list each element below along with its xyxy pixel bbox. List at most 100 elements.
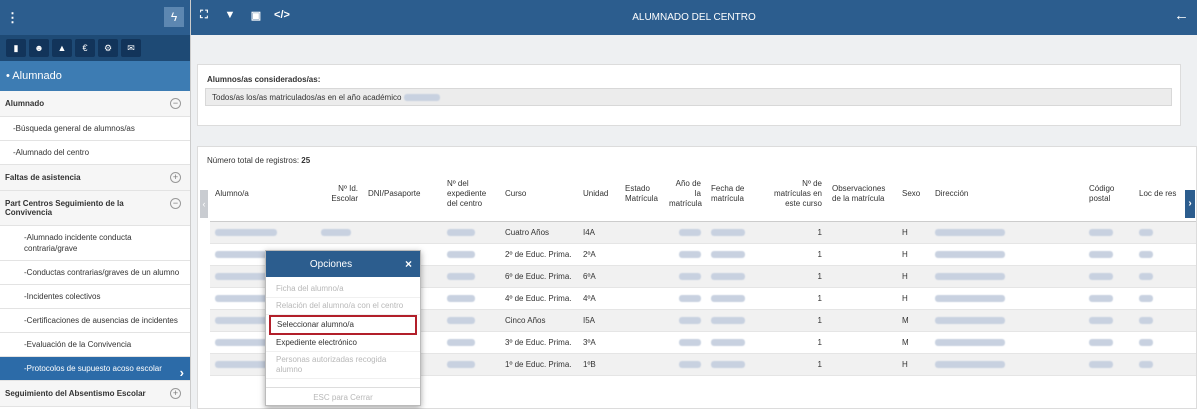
column-header[interactable]: Nº de matrículas en este curso bbox=[764, 168, 827, 222]
column-header[interactable]: Estado Matrícula bbox=[620, 168, 664, 222]
sidebar-item[interactable]: Part Centros Seguimiento de la Convivenc… bbox=[0, 191, 190, 226]
redacted-value bbox=[1089, 228, 1113, 236]
sidebar-item-label: -Protocolos de supuesto acoso escolar bbox=[24, 364, 162, 373]
cell-empty bbox=[363, 221, 442, 244]
euro-icon[interactable]: € bbox=[75, 39, 95, 57]
record-count: Número total de registros: 25 bbox=[207, 156, 310, 165]
cell-unidad: 6ºA bbox=[578, 265, 620, 288]
cell-empty bbox=[827, 331, 897, 354]
cell-empty bbox=[620, 331, 664, 354]
cell-sexo: H bbox=[897, 221, 930, 244]
cell-empty bbox=[620, 243, 664, 266]
cell-redacted bbox=[1134, 331, 1196, 354]
sidebar-module-tabs: ▮ ☻ ▲ € ⚙ ✉ bbox=[0, 35, 190, 61]
cell-redacted bbox=[930, 243, 1084, 266]
table-row[interactable]: Cuatro Años I4A 1 H bbox=[210, 221, 1196, 244]
record-count-value: 25 bbox=[301, 156, 311, 165]
cell-curso: 1º de Educ. Prima. bbox=[500, 353, 578, 376]
collapse-icon[interactable]: − bbox=[170, 198, 181, 209]
column-header[interactable]: Observaciones de la matrícula bbox=[827, 168, 897, 222]
cell-sexo: M bbox=[897, 309, 930, 332]
column-header[interactable]: Unidad bbox=[578, 168, 620, 222]
sidebar-item[interactable]: -Certificaciones de ausencias de inciden… bbox=[0, 309, 190, 333]
column-header[interactable]: DNI/Pasaporte bbox=[363, 168, 442, 222]
redacted-value bbox=[447, 272, 475, 280]
sidebar-item[interactable]: Faltas de asistencia + bbox=[0, 165, 190, 191]
cell-unidad: 3ºA bbox=[578, 331, 620, 354]
column-header[interactable]: Curso bbox=[500, 168, 578, 222]
scroll-right-button[interactable]: › bbox=[1185, 190, 1195, 218]
cell-redacted bbox=[706, 243, 764, 266]
cell-sexo: H bbox=[897, 353, 930, 376]
column-header[interactable]: Dirección bbox=[930, 168, 1084, 222]
filter-value-text: Todos/as los/as matriculados/as en el añ… bbox=[212, 93, 402, 102]
building-icon[interactable]: ▮ bbox=[6, 39, 26, 57]
cell-empty bbox=[827, 309, 897, 332]
expand-icon[interactable]: + bbox=[170, 172, 181, 183]
sidebar-item[interactable]: -Búsqueda general de alumnos/as bbox=[0, 117, 190, 141]
sidebar-item[interactable]: Seguimiento del Absentismo Escolar + bbox=[0, 381, 190, 407]
sidebar-item[interactable]: -Alumnado incidente conducta contraria/g… bbox=[0, 226, 190, 261]
sidebar-item[interactable]: -Conductas contrarias/graves de un alumn… bbox=[0, 261, 190, 285]
column-header[interactable]: Nº Id. Escolar bbox=[316, 168, 363, 222]
cell-redacted bbox=[442, 221, 500, 244]
cell-redacted bbox=[930, 331, 1084, 354]
scroll-left-button[interactable]: ‹ bbox=[200, 190, 208, 218]
cell-sexo: H bbox=[897, 287, 930, 310]
sidebar-item[interactable]: Alumnado − bbox=[0, 91, 190, 117]
column-header[interactable]: Año de la matrícula bbox=[664, 168, 706, 222]
collapse-icon[interactable]: − bbox=[170, 98, 181, 109]
redacted-value bbox=[935, 272, 1005, 280]
sidebar-item[interactable]: -Incidentes colectivos bbox=[0, 285, 190, 309]
column-header[interactable]: Nº del expediente del centro bbox=[442, 168, 500, 222]
popup-title: Opciones bbox=[309, 259, 353, 270]
cell-redacted bbox=[442, 265, 500, 288]
gears-icon[interactable]: ⚙ bbox=[98, 39, 118, 57]
envelope-icon[interactable]: ✉ bbox=[121, 39, 141, 57]
popup-option[interactable]: Expediente electrónico bbox=[266, 335, 420, 352]
redacted-value bbox=[447, 228, 475, 236]
sidebar-item-label: Alumnado bbox=[5, 99, 45, 108]
cell-num: 1 bbox=[764, 353, 827, 376]
redacted-value bbox=[711, 338, 745, 346]
graduation-cap-icon[interactable]: ▲ bbox=[52, 39, 72, 57]
redacted-value bbox=[447, 294, 475, 302]
column-header[interactable]: Fecha de matrícula bbox=[706, 168, 764, 222]
redacted-value bbox=[447, 360, 475, 368]
users-icon[interactable]: ☻ bbox=[29, 39, 49, 57]
popup-option[interactable]: Seleccionar alumno/a bbox=[269, 315, 417, 335]
cell-redacted bbox=[930, 287, 1084, 310]
cell-redacted bbox=[1084, 265, 1134, 288]
popup-esc-hint: ESC para Cerrar bbox=[266, 387, 420, 402]
redacted-value bbox=[321, 228, 351, 236]
cell-empty bbox=[620, 265, 664, 288]
options-popup: Opciones × Ficha del alumno/a Relación de… bbox=[265, 250, 421, 406]
cell-unidad: 4ºA bbox=[578, 287, 620, 310]
redacted-value bbox=[1139, 338, 1153, 346]
redacted-value bbox=[711, 316, 745, 324]
redacted-value bbox=[1139, 250, 1153, 258]
cell-redacted bbox=[930, 353, 1084, 376]
expand-icon[interactable]: + bbox=[170, 388, 181, 399]
table-header-row: Alumno/a Nº Id. Escolar DNI/Pasaporte Nº de… bbox=[210, 168, 1196, 222]
column-header[interactable]: Código postal bbox=[1084, 168, 1134, 222]
cell-redacted bbox=[210, 221, 316, 244]
sidebar-item-label: -Alumnado del centro bbox=[13, 148, 90, 157]
sidebar-item-label: -Alumnado incidente conducta contraria/g… bbox=[24, 233, 132, 253]
cell-num: 1 bbox=[764, 265, 827, 288]
sidebar-item-label: Seguimiento del Absentismo Escolar bbox=[5, 389, 146, 398]
back-arrow-icon[interactable]: ← bbox=[1174, 7, 1189, 24]
cell-empty bbox=[827, 265, 897, 288]
column-header[interactable]: Sexo bbox=[897, 168, 930, 222]
sidebar-item[interactable]: -Evaluación de la Convivencia bbox=[0, 333, 190, 357]
cell-num: 1 bbox=[764, 309, 827, 332]
sidebar-item[interactable]: -Protocolos de supuesto acoso escolar › bbox=[0, 357, 190, 381]
cell-empty bbox=[827, 353, 897, 376]
menu-dots-icon[interactable]: ⋮ bbox=[6, 10, 19, 26]
redacted-value bbox=[215, 228, 277, 236]
lightning-icon[interactable]: ϟ bbox=[164, 7, 184, 27]
sidebar-item[interactable]: -Alumnado del centro bbox=[0, 141, 190, 165]
close-icon[interactable]: × bbox=[405, 257, 412, 271]
redacted-value bbox=[1089, 294, 1113, 302]
column-header[interactable]: Alumno/a bbox=[210, 168, 316, 222]
